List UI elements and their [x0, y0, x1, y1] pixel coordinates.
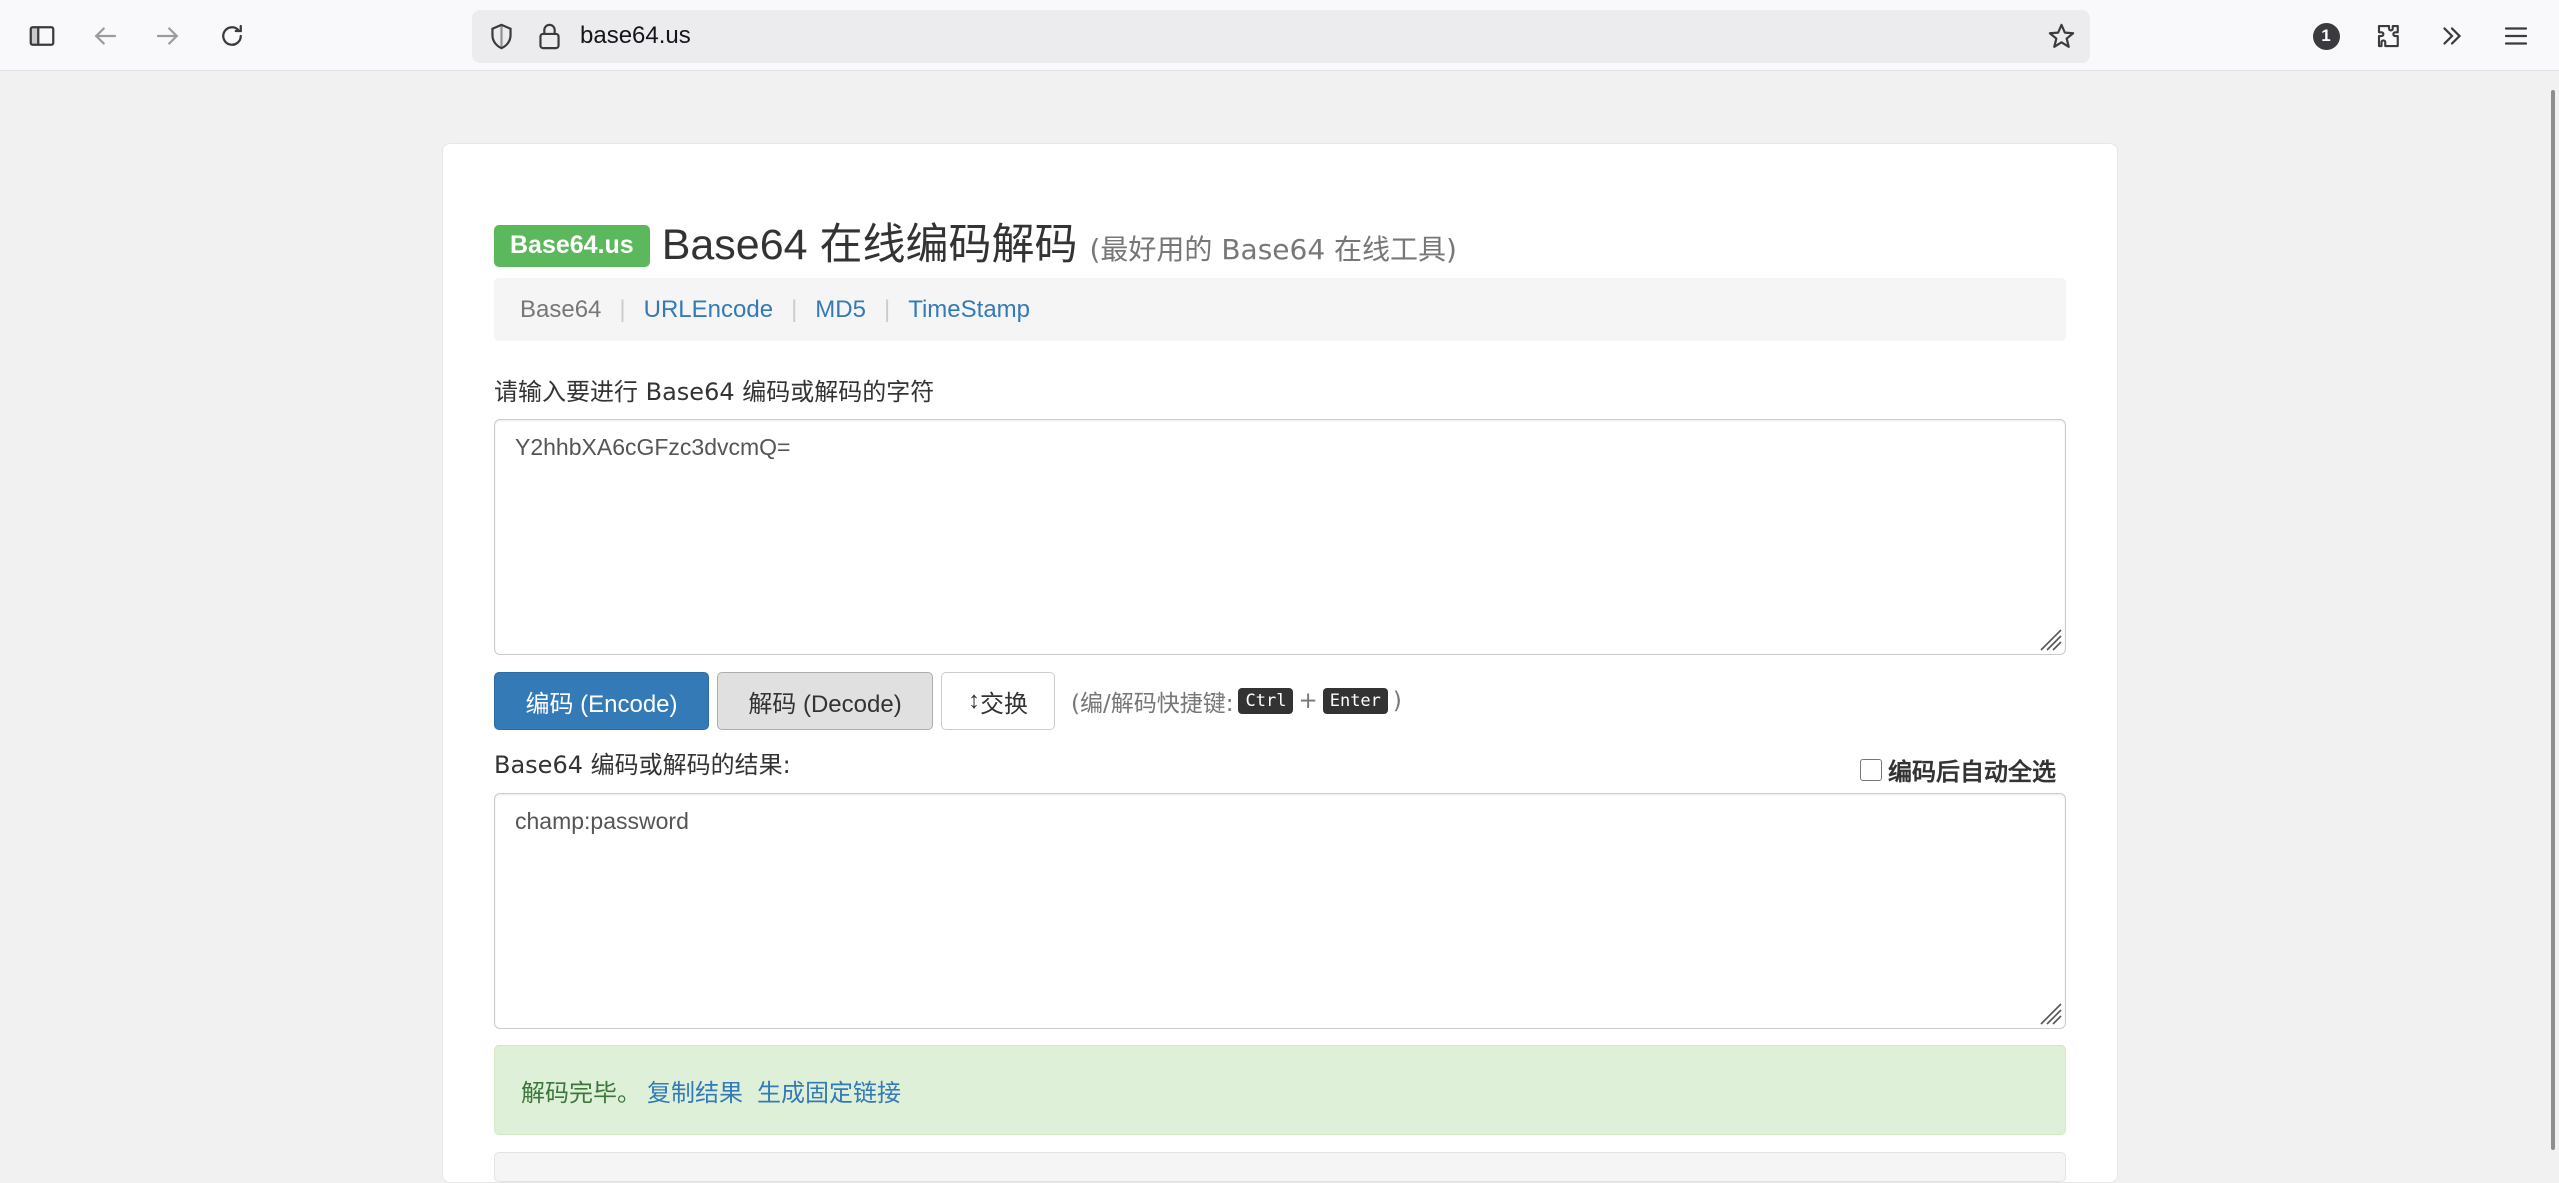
swap-label: 交换	[980, 690, 1028, 718]
shortcut-suffix: )	[1392, 688, 1402, 714]
nav-item-base64: Base64	[520, 295, 602, 323]
output-label: Base64 编码或解码的结果:	[494, 751, 791, 779]
browser-toolbar: base64.us 1	[0, 0, 2559, 71]
permalink-link[interactable]: 生成固定链接	[757, 1073, 901, 1108]
url-bar[interactable]: base64.us	[472, 10, 2090, 63]
swap-arrows-icon: ↕	[968, 687, 980, 714]
page-scrollbar[interactable]	[2547, 72, 2559, 1166]
shortcut-hint: (编/解码快捷键: Ctrl + Enter )	[1071, 684, 1402, 718]
input-text[interactable]: Y2hhbXA6cGFzc3dvcmQ=	[515, 434, 790, 460]
bookmark-star-icon[interactable]	[2046, 21, 2077, 52]
shield-icon[interactable]	[486, 21, 517, 52]
nav-separator: |	[883, 295, 891, 323]
nav-separator: |	[791, 295, 798, 323]
alert-message: 解码完毕。	[521, 1078, 641, 1107]
nav-link-md5[interactable]: MD5	[815, 296, 866, 324]
auto-select-checkbox[interactable]	[1860, 758, 1882, 781]
copy-result-link[interactable]: 复制结果	[647, 1073, 743, 1108]
nav-link-timestamp[interactable]: TimeStamp	[908, 296, 1030, 324]
sidebar-toggle-icon[interactable]	[23, 17, 61, 55]
decode-button[interactable]: 解码 (Decode)	[717, 672, 933, 730]
overflow-chevrons-icon[interactable]	[2433, 17, 2471, 55]
resize-grip-icon[interactable]	[2036, 625, 2062, 651]
auto-select-toggle[interactable]: 编码后自动全选	[1860, 752, 2056, 787]
page-heading: Base64.us Base64 在线编码解码 (最好用的 Base64 在线工…	[494, 210, 1457, 270]
next-panel	[494, 1152, 2066, 1182]
resize-grip-icon[interactable]	[2036, 999, 2062, 1025]
page-title: Base64 在线编码解码	[661, 221, 1078, 269]
lock-icon[interactable]	[534, 21, 565, 52]
url-text[interactable]: base64.us	[580, 22, 691, 50]
shortcut-plus: +	[1298, 688, 1318, 714]
extensions-puzzle-icon[interactable]	[2370, 17, 2408, 55]
menu-hamburger-icon[interactable]	[2497, 17, 2535, 55]
output-textarea[interactable]: champ:password	[494, 793, 2066, 1029]
page-subtitle: (最好用的 Base64 在线工具)	[1089, 233, 1457, 266]
back-arrow-icon[interactable]	[86, 17, 124, 55]
auto-select-label[interactable]: 编码后自动全选	[1888, 752, 2056, 787]
input-label: 请输入要进行 Base64 编码或解码的字符	[494, 378, 935, 406]
kbd-ctrl: Ctrl	[1238, 688, 1294, 714]
extension-badge-icon[interactable]: 1	[2307, 17, 2345, 55]
success-alert: 解码完毕。 复制结果 生成固定链接	[494, 1045, 2066, 1135]
scrollbar-thumb[interactable]	[2551, 90, 2555, 1150]
brand-label: Base64.us	[494, 225, 650, 267]
action-row: 编码 (Encode) 解码 (Decode) ↕ 交换 (编/解码快捷键: Ct…	[494, 672, 1402, 730]
input-textarea[interactable]: Y2hhbXA6cGFzc3dvcmQ=	[494, 419, 2066, 655]
reload-icon[interactable]	[213, 17, 251, 55]
tool-nav: Base64 | URLEncode | MD5 | TimeStamp	[494, 278, 2066, 341]
nav-link-urlencode[interactable]: URLEncode	[644, 296, 773, 324]
swap-button[interactable]: ↕ 交换	[941, 672, 1055, 730]
shortcut-prefix: (编/解码快捷键:	[1071, 691, 1234, 717]
forward-arrow-icon[interactable]	[149, 17, 187, 55]
encode-button[interactable]: 编码 (Encode)	[494, 672, 709, 730]
kbd-enter: Enter	[1322, 688, 1388, 714]
output-text[interactable]: champ:password	[515, 808, 689, 834]
nav-separator: |	[619, 295, 626, 323]
